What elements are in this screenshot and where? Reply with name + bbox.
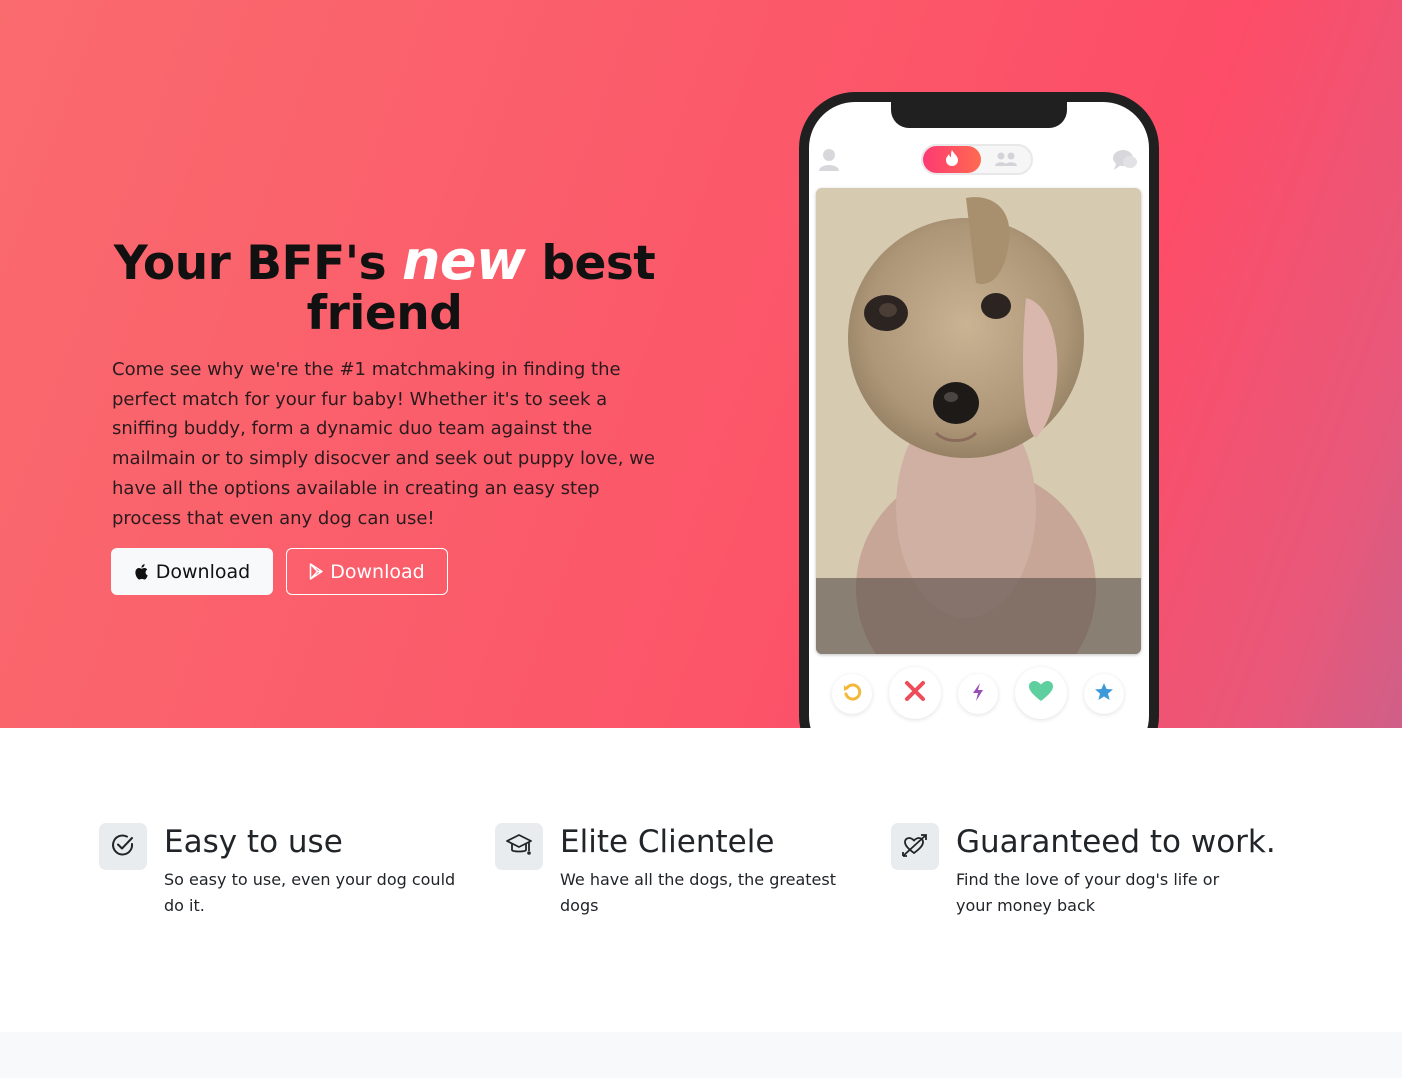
user-icon (818, 148, 840, 176)
swipe-actions (809, 664, 1149, 724)
graduation-cap-icon (505, 832, 533, 862)
chat-icon (1112, 148, 1138, 176)
feature-icon-box (495, 823, 543, 870)
google-play-icon (309, 563, 324, 580)
feature-text: Find the love of your dog's life or your… (956, 870, 1220, 915)
flame-toggle (923, 146, 981, 173)
hero-title: Your BFF's new best friend (112, 234, 657, 339)
dog-photo (816, 188, 1141, 654)
feature-title: Guaranteed to work. (956, 824, 1276, 860)
mode-toggle (921, 144, 1033, 175)
boost-button[interactable] (958, 674, 998, 714)
hero-title-accent: new (401, 229, 526, 292)
flame-icon (945, 149, 959, 171)
download-button-label: Download (330, 560, 425, 583)
hero-description: Come see why we're the #1 matchmaking in… (112, 359, 655, 529)
cupid-heart-arrow-icon (901, 832, 929, 862)
app-top-bar (809, 142, 1149, 178)
phone-notch (891, 102, 1067, 128)
nope-button[interactable] (889, 667, 941, 719)
download-button-label: Download (155, 560, 251, 583)
next-section-band (0, 1032, 1402, 1078)
super-like-button[interactable] (1084, 674, 1124, 714)
feature-title: Easy to use (164, 824, 343, 860)
phone-mockup (799, 92, 1159, 728)
feature-icon-box (99, 823, 147, 870)
feature-text: We have all the dogs, the greatest dogs (560, 870, 836, 915)
check-circle-icon (110, 832, 136, 862)
feature-icon-box (891, 823, 939, 870)
features-section: Easy to use So easy to use, even your do… (0, 728, 1402, 1032)
like-heart-icon (1028, 680, 1054, 706)
phone-screen (809, 102, 1149, 728)
feature-text: So easy to use, even your dog could do i… (164, 870, 456, 915)
super-like-star-icon (1094, 682, 1114, 706)
hero-section: Your BFF's new best friend Come see why … (0, 0, 1402, 728)
rewind-button[interactable] (832, 674, 872, 714)
nope-x-icon (904, 680, 926, 706)
boost-bolt-icon (972, 682, 984, 706)
download-app-store-button[interactable]: Download (111, 548, 273, 595)
feature-title: Elite Clientele (560, 824, 775, 860)
download-google-play-button[interactable]: Download (286, 548, 448, 595)
like-button[interactable] (1015, 667, 1067, 719)
group-icon (993, 151, 1019, 171)
apple-icon (134, 563, 150, 581)
rewind-icon (842, 682, 862, 706)
hero-title-part-1: Your BFF's (113, 236, 402, 291)
